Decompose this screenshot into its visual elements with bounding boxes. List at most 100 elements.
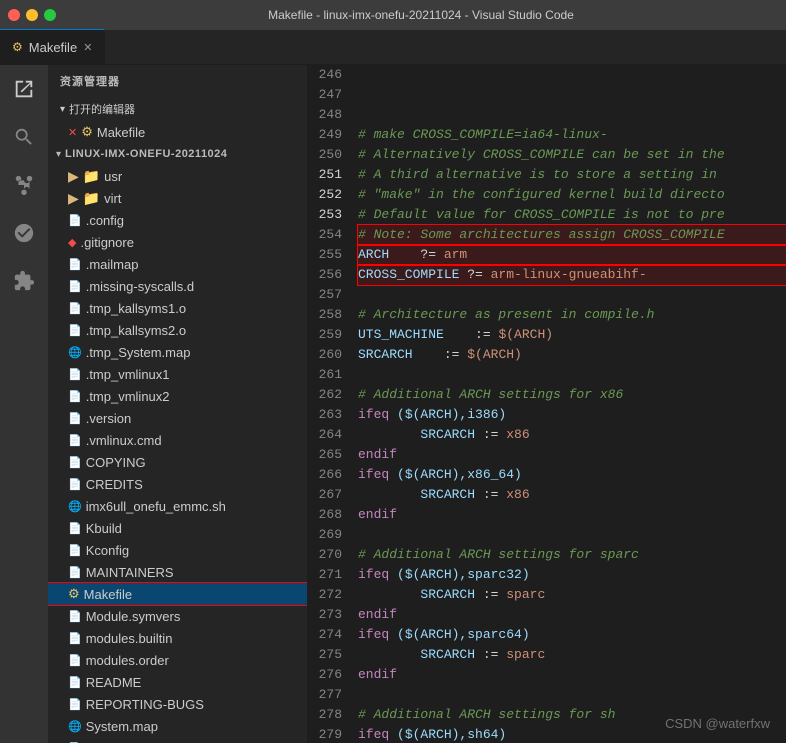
code-line-274 xyxy=(358,685,786,705)
code-line-272: SRCARCH := sparc xyxy=(358,645,786,665)
line-number-268: 268 xyxy=(316,505,342,525)
code-line-249: # "make" in the configured kernel build … xyxy=(358,185,786,205)
tree-item-REPORTING-BUGS[interactable]: 📄REPORTING-BUGS xyxy=(48,693,307,715)
line-number-269: 269 xyxy=(316,525,342,545)
line-number-278: 278 xyxy=(316,705,342,725)
main-content: 资源管理器 ▾ 打开的编辑器 ✕ ⚙ Makefile ▾ LINUX-IMX-… xyxy=(0,65,786,743)
tree-label: imx6ull_onefu_emmc.sh xyxy=(86,499,226,514)
code-line-273: endif xyxy=(358,665,786,685)
tree-item-Kconfig[interactable]: 📄Kconfig xyxy=(48,539,307,561)
line-number-277: 277 xyxy=(316,685,342,705)
tree-item-CREDITS[interactable]: 📄CREDITS xyxy=(48,473,307,495)
code-line-247: # Alternatively CROSS_COMPILE can be set… xyxy=(358,145,786,165)
file-icon: 📄 xyxy=(68,610,82,623)
tree-item-README[interactable]: 📄README xyxy=(48,671,307,693)
file-icon: 📄 xyxy=(68,654,82,667)
tree-item-vmlinux[interactable]: 📄vmlinux xyxy=(48,737,307,743)
tree-item-.vmlinux.cmd[interactable]: 📄.vmlinux.cmd xyxy=(48,429,307,451)
tree-label: MAINTAINERS xyxy=(86,565,174,580)
file-icon: 📄 xyxy=(68,456,82,469)
maximize-button[interactable] xyxy=(44,9,56,21)
line-number-252: 252 xyxy=(316,185,342,205)
editor: 2462472482492502512522532542552562572582… xyxy=(308,65,786,743)
file-icon: 📄 xyxy=(68,522,82,535)
tree-item-Kbuild[interactable]: 📄Kbuild xyxy=(48,517,307,539)
tab-label: Makefile xyxy=(29,40,77,55)
code-line-269: SRCARCH := sparc xyxy=(358,585,786,605)
tree-item-System.map[interactable]: 🌐System.map xyxy=(48,715,307,737)
tree-item-modules.order[interactable]: 📄modules.order xyxy=(48,649,307,671)
tree-item-Module.symvers[interactable]: 📄 Module.symvers xyxy=(48,605,307,627)
open-file-makefile[interactable]: ✕ ⚙ Makefile xyxy=(48,121,307,143)
tree-item-usr[interactable]: ▶ 📁 usr xyxy=(48,165,307,187)
tree-item-.version[interactable]: 📄.version xyxy=(48,407,307,429)
line-number-257: 257 xyxy=(316,285,342,305)
root-folder[interactable]: ▾ LINUX-IMX-ONEFU-20211024 xyxy=(48,143,307,165)
app: ⚙ Makefile ✕ 资源管理器 xyxy=(0,30,786,743)
tree-item-modules.builtin[interactable]: 📄modules.builtin xyxy=(48,627,307,649)
tree-item-COPYING[interactable]: 📄COPYING xyxy=(48,451,307,473)
tree-item-.tmp_vmlinux2[interactable]: 📄.tmp_vmlinux2 xyxy=(48,385,307,407)
line-number-261: 261 xyxy=(316,365,342,385)
tree-item-.tmp_kallsyms2.o[interactable]: 📄.tmp_kallsyms2.o xyxy=(48,319,307,341)
explorer-icon[interactable] xyxy=(8,73,40,105)
tree-item-Makefile[interactable]: ⚙Makefile xyxy=(48,583,307,605)
code-line-263: ifeq ($(ARCH),x86_64) xyxy=(358,465,786,485)
open-file-label: Makefile xyxy=(97,125,145,140)
tree-item-.gitignore[interactable]: ◆.gitignore xyxy=(48,231,307,253)
tab-close-button[interactable]: ✕ xyxy=(83,41,92,54)
tree-item-.tmp_kallsyms1.o[interactable]: 📄.tmp_kallsyms1.o xyxy=(48,297,307,319)
tree-item-.config[interactable]: 📄.config xyxy=(48,209,307,231)
sidebar-open-editors[interactable]: ▾ 打开的编辑器 xyxy=(48,97,307,121)
tree-item-imx6ull_onefu_emmc.sh[interactable]: 🌐imx6ull_onefu_emmc.sh xyxy=(48,495,307,517)
tree-item-virt[interactable]: ▶ 📁virt xyxy=(48,187,307,209)
root-folder-label: LINUX-IMX-ONEFU-20211024 xyxy=(65,148,227,160)
makefile-tab-icon: ⚙ xyxy=(12,40,23,54)
titlebar: Makefile - linux-imx-onefu-20211024 - Vi… xyxy=(0,0,786,30)
code-line-276: ifeq ($(ARCH),sh64) xyxy=(358,725,786,743)
code-line-275: # Additional ARCH settings for sh xyxy=(358,705,786,725)
sidebar-header: 资源管理器 xyxy=(48,65,307,97)
line-number-276: 276 xyxy=(316,665,342,685)
tab-makefile[interactable]: ⚙ Makefile ✕ xyxy=(0,29,105,64)
file-icon: 📄 xyxy=(68,632,82,645)
minimize-button[interactable] xyxy=(26,9,38,21)
chevron-icon: ▾ xyxy=(60,104,65,115)
line-number-262: 262 xyxy=(316,385,342,405)
line-number-256: 256 xyxy=(316,265,342,285)
code-line-262: endif xyxy=(358,445,786,465)
debug-icon[interactable] xyxy=(8,217,40,249)
code-line-258 xyxy=(358,365,786,385)
code-line-251: # Note: Some architectures assign CROSS_… xyxy=(358,225,786,245)
system-icon: 🌐 xyxy=(68,720,82,733)
makefile-icon: ⚙ xyxy=(68,586,80,602)
file-icon: 📄 xyxy=(68,302,82,315)
tree-label: REPORTING-BUGS xyxy=(86,697,204,712)
folder-icon: ▶ 📁 xyxy=(68,168,100,185)
tree-label: .version xyxy=(86,411,132,426)
search-icon[interactable] xyxy=(8,121,40,153)
tree-item-.missing-syscalls.d[interactable]: 📄.missing-syscalls.d xyxy=(48,275,307,297)
tree-label: .tmp_System.map xyxy=(86,345,191,360)
file-icon: 📄 xyxy=(68,566,82,579)
line-number-253: 253 xyxy=(316,205,342,225)
tree-label: Module.symvers xyxy=(86,609,181,624)
tree-item-.tmp_vmlinux1[interactable]: 📄.tmp_vmlinux1 xyxy=(48,363,307,385)
tree-label: CREDITS xyxy=(86,477,143,492)
line-number-265: 265 xyxy=(316,445,342,465)
tree-label: usr xyxy=(104,169,122,184)
tree-item-MAINTAINERS[interactable]: 📄 MAINTAINERS xyxy=(48,561,307,583)
code-area[interactable]: 2462472482492502512522532542552562572582… xyxy=(308,65,786,743)
code-line-257: SRCARCH := $(ARCH) xyxy=(358,345,786,365)
tree-item-.mailmap[interactable]: 📄.mailmap xyxy=(48,253,307,275)
close-file-icon[interactable]: ✕ xyxy=(68,126,77,139)
source-control-icon[interactable] xyxy=(8,169,40,201)
line-number-246: 246 xyxy=(316,65,342,85)
extensions-icon[interactable] xyxy=(8,265,40,297)
close-button[interactable] xyxy=(8,9,20,21)
line-number-258: 258 xyxy=(316,305,342,325)
sidebar: 资源管理器 ▾ 打开的编辑器 ✕ ⚙ Makefile ▾ LINUX-IMX-… xyxy=(48,65,308,743)
line-number-272: 272 xyxy=(316,585,342,605)
tree-item-.tmp_System.map[interactable]: 🌐.tmp_System.map xyxy=(48,341,307,363)
line-number-259: 259 xyxy=(316,325,342,345)
